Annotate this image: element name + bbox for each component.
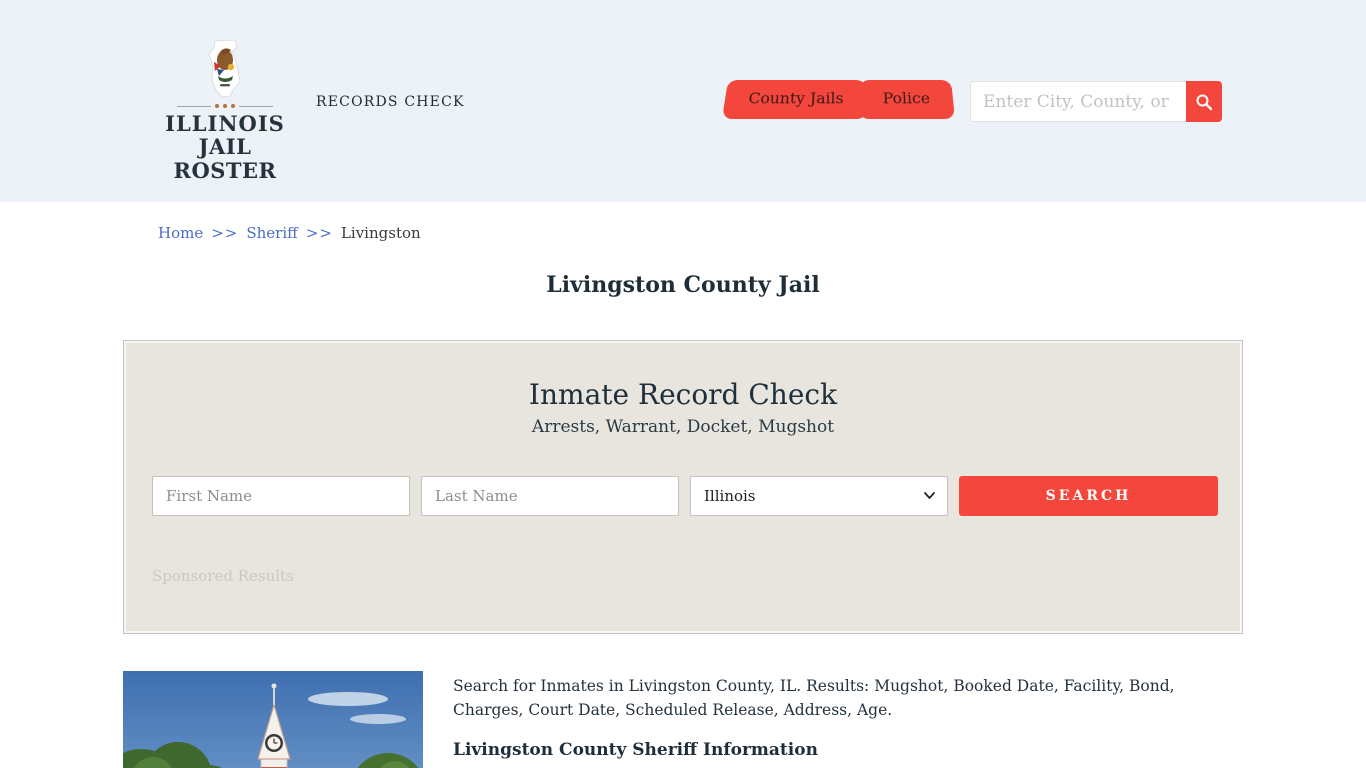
logo-divider [177,104,273,108]
sponsored-results-label: Sponsored Results [152,567,294,585]
last-name-input[interactable] [421,476,679,516]
header-search [970,81,1222,122]
search-button[interactable]: SEARCH [959,476,1218,516]
record-check-subtitle: Arrests, Warrant, Docket, Mugshot [124,417,1242,437]
inmate-record-check-box: Inmate Record Check Arrests, Warrant, Do… [123,340,1243,634]
logo-text-line1: ILLINOIS [160,112,290,135]
illinois-state-seal-icon [202,40,248,98]
content-row: Search for Inmates in Livingston County,… [123,671,1243,768]
intro-paragraph: Search for Inmates in Livingston County,… [453,674,1211,722]
logo-text-line2: JAIL ROSTER [160,135,290,183]
first-name-input[interactable] [152,476,410,516]
breadcrumb-separator: >> [306,224,333,242]
records-check-label: RECORDS CHECK [316,94,465,110]
record-check-title: Inmate Record Check [124,378,1242,411]
content-text: Search for Inmates in Livingston County,… [453,671,1211,760]
nav-tab-county-jails[interactable]: County Jails [722,80,867,119]
courthouse-photo [123,671,423,768]
record-check-form: Illinois SEARCH [152,476,1218,516]
breadcrumb-home[interactable]: Home [158,224,203,242]
state-select[interactable]: Illinois [690,476,948,516]
search-icon [1195,93,1213,111]
nav-tab-police[interactable]: Police [859,80,955,119]
site-header: ILLINOIS JAIL ROSTER RECORDS CHECK Count… [0,0,1366,202]
breadcrumb-sheriff[interactable]: Sheriff [246,224,297,242]
breadcrumb-separator: >> [211,224,238,242]
state-select-wrap: Illinois [690,476,948,516]
site-logo[interactable]: ILLINOIS JAIL ROSTER [160,40,290,183]
header-nav: County Jails Police [722,78,956,119]
breadcrumb-current-livingston: Livingston [341,224,421,242]
sheriff-info-heading: Livingston County Sheriff Information [453,740,1211,760]
header-search-button[interactable] [1186,81,1222,122]
breadcrumb: Home >> Sheriff >> Livingston [158,224,1366,242]
page-title: Livingston County Jail [0,272,1366,298]
facility-search-input[interactable] [970,81,1186,122]
